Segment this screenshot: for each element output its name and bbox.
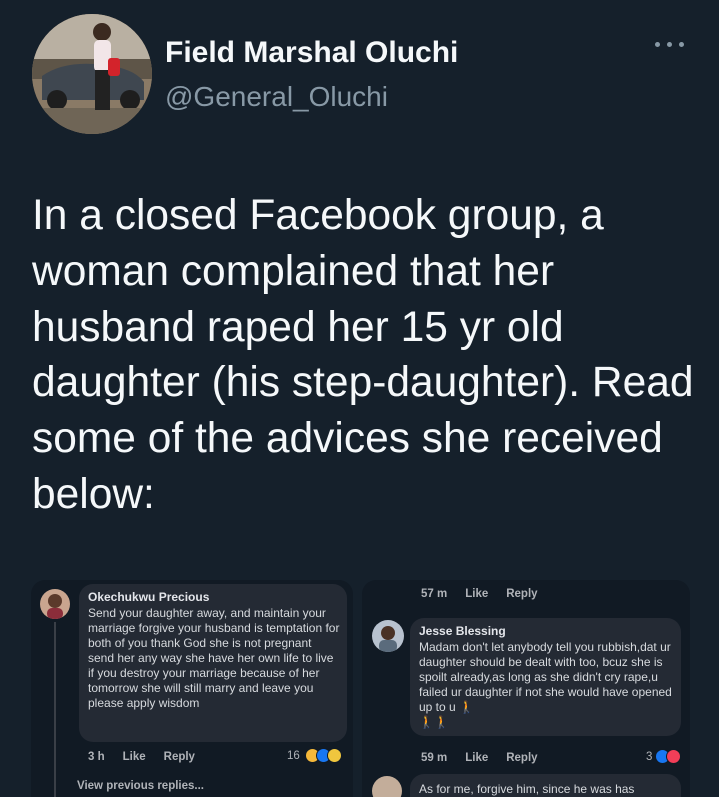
previous-like-button[interactable]: Like (465, 588, 488, 600)
like-button[interactable]: Like (465, 752, 488, 764)
commenter-avatar (40, 589, 70, 619)
thread-line (54, 622, 56, 797)
comment-actions: 3 h Like Reply (88, 751, 213, 763)
view-previous-replies-link[interactable]: View previous replies... (77, 780, 204, 792)
more-icon[interactable] (653, 38, 687, 50)
reaction-count[interactable]: 3 (646, 751, 652, 763)
tweet-text: In a closed Facebook group, a woman comp… (32, 192, 694, 518)
commenter-avatar (372, 620, 404, 652)
like-button[interactable]: Like (123, 751, 146, 763)
commenter-name[interactable]: Jesse Blessing (419, 624, 506, 638)
comment-body: Madam don't let anybody tell you rubbish… (419, 640, 672, 714)
next-commenter-avatar (372, 776, 402, 797)
commenter-name[interactable]: Okechukwu Precious (88, 590, 209, 604)
avatar-photo (32, 14, 152, 134)
love-reaction-icon (666, 749, 681, 764)
reaction-count[interactable]: 16 (287, 750, 300, 762)
facebook-screenshot-left: Okechukwu Precious Send your daughter aw… (31, 580, 353, 797)
previous-comment-time: 57 m (421, 588, 448, 600)
walking-person-emoji: 🚶🚶 (419, 715, 449, 729)
previous-reply-button[interactable]: Reply (506, 588, 537, 600)
previous-comment-actions: 57 m Like Reply (421, 588, 556, 600)
comment-actions: 59 m Like Reply (421, 752, 556, 764)
comment-text: Madam don't let anybody tell you rubbish… (419, 640, 677, 730)
walking-person-emoji: 🚶 (459, 700, 474, 714)
comment-time: 3 h (88, 751, 105, 763)
comment-time: 59 m (421, 752, 448, 764)
author-name[interactable]: Field Marshal Oluchi (165, 36, 458, 70)
haha-reaction-icon (327, 748, 342, 763)
reply-button[interactable]: Reply (164, 751, 195, 763)
comment-text: Send your daughter away, and maintain yo… (88, 606, 340, 710)
next-comment-text: As for me, forgive him, since he was has (419, 782, 635, 796)
author-handle[interactable]: @General_Oluchi (165, 81, 388, 113)
facebook-screenshot-right: 57 m Like Reply Jesse Blessing Madam don't… (362, 580, 690, 797)
reply-button[interactable]: Reply (506, 752, 537, 764)
author-avatar[interactable] (32, 14, 152, 134)
